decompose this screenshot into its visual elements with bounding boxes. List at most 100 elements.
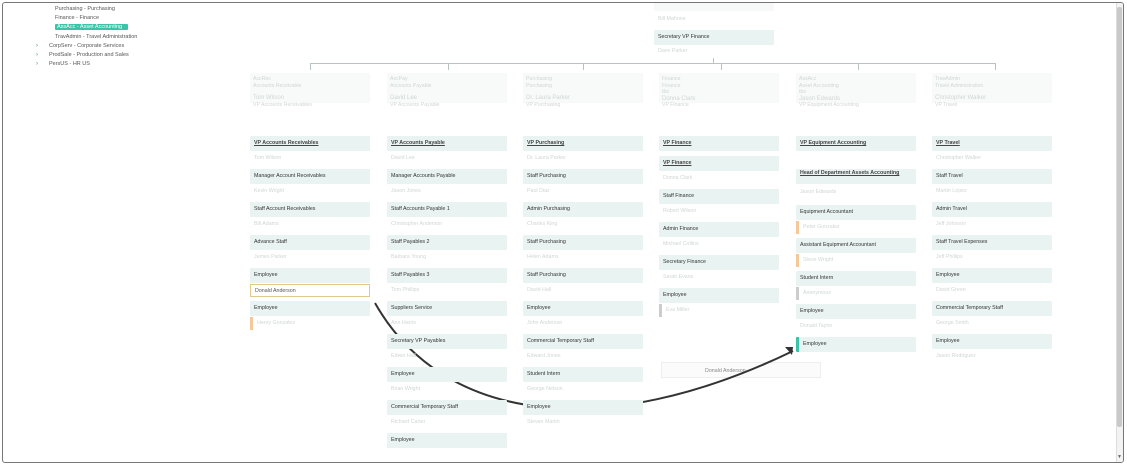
position-card[interactable]: Secretary VP Payables	[387, 334, 507, 349]
person-name[interactable]: Steven Martin	[523, 416, 643, 429]
position-card[interactable]: Employee	[250, 301, 370, 316]
position-card[interactable]: Staff Payables 2	[387, 235, 507, 250]
person-name[interactable]: George Smith	[932, 317, 1052, 330]
position-card[interactable]: Staff Accounts Payable 1	[387, 202, 507, 217]
person-name[interactable]: Donald Anderson	[250, 284, 370, 297]
position-card[interactable]: Staff Travel	[932, 169, 1052, 184]
position-card[interactable]: VP Finance	[659, 156, 779, 171]
position-card[interactable]: Employee	[250, 268, 370, 283]
org-unit-header[interactable]: Purchasing Purchasing Dr. Laura Parker VP P…	[523, 73, 643, 108]
position-card[interactable]: Employee	[796, 304, 916, 319]
position-card[interactable]: Staff Purchasing	[523, 169, 643, 184]
person-name[interactable]: Helen Adams	[523, 251, 643, 264]
person-name[interactable]: John Anderson	[523, 317, 643, 330]
position-card[interactable]: VP Finance	[659, 136, 779, 151]
position-card[interactable]: Suppliers Service	[387, 301, 507, 316]
position-card[interactable]: Employee	[796, 337, 916, 352]
org-unit-header[interactable]: AssAcc Asset Accounting tbs Jason Edwards VP…	[796, 73, 916, 108]
position-card[interactable]: Staff Payables 3	[387, 268, 507, 283]
person-name[interactable]: David Green	[932, 284, 1052, 297]
position-card[interactable]: Admin Purchasing	[523, 202, 643, 217]
person-name[interactable]: Eva Miller	[659, 304, 779, 317]
position-card[interactable]: Student Intern	[796, 271, 916, 286]
person-name[interactable]: Sarah Evans	[659, 271, 779, 284]
person-name[interactable]: Tom Phillips	[387, 284, 507, 297]
position-card[interactable]: Employee	[523, 400, 643, 415]
person-name[interactable]: Richard Carter	[387, 416, 507, 429]
person-name[interactable]: Jeff Phillips	[932, 251, 1052, 264]
position-card[interactable]: VP Travel	[932, 136, 1052, 151]
position-card[interactable]: Employee	[932, 334, 1052, 349]
position-card[interactable]: Manager Account Receivables	[250, 169, 370, 184]
scroll-down-icon[interactable]: ▼	[1116, 454, 1123, 460]
person-name[interactable]: Barbara Young	[387, 251, 507, 264]
person-name[interactable]: Jeff Johnson	[932, 218, 1052, 231]
scrollbar-thumb[interactable]	[1117, 7, 1122, 427]
person-name[interactable]	[796, 152, 916, 165]
position-card[interactable]: VP Purchasing	[523, 136, 643, 151]
position-card[interactable]: Commercial Temporary Staff	[387, 400, 507, 415]
person-name[interactable]: James Parker	[250, 251, 370, 264]
org-unit-header[interactable]: AccRec Accounts Receivable Tom Wilson VP Ac…	[250, 73, 370, 108]
person-name[interactable]: Jason Jones	[387, 185, 507, 198]
position-card[interactable]: VP Accounts Receivables	[250, 136, 370, 151]
position-card[interactable]: Assistant Equipment Accountant	[796, 238, 916, 253]
person-name[interactable]: Christopher Anderson	[387, 218, 507, 231]
person-name[interactable]: Steve Wright	[796, 254, 916, 267]
person-name[interactable]	[796, 353, 916, 366]
person-name[interactable]: Bill Adams	[250, 218, 370, 231]
position-card[interactable]: Student Intern	[523, 367, 643, 382]
person-name[interactable]: Anonymous	[796, 287, 916, 300]
org-unit-header[interactable]: Finance Finance tbs Donna Clark VP Finance	[659, 73, 779, 108]
person-name[interactable]: Kevin Wright	[250, 185, 370, 198]
position-card[interactable]: Employee	[932, 268, 1052, 283]
position-card[interactable]: Secretary Finance	[659, 255, 779, 270]
person-name[interactable]: Robert Wilson	[659, 205, 779, 218]
org-unit-header[interactable]: TravAdmin Travel Administration Christophe…	[932, 73, 1052, 108]
person-name[interactable]: Edward Jones	[523, 350, 643, 363]
person-name[interactable]: Jason Rodriguez	[932, 350, 1052, 363]
person-name[interactable]: Brian Wright	[387, 383, 507, 396]
position-card[interactable]: Staff Purchasing	[523, 268, 643, 283]
person-name[interactable]: Michael Collins	[659, 238, 779, 251]
vertical-scrollbar[interactable]: ▼	[1116, 3, 1123, 462]
org-unit-summary: Finance Finance tbs Donna Clark VP Finance	[659, 73, 779, 108]
position-card[interactable]: Head of Department Assets Accounting	[796, 169, 916, 184]
person-name[interactable]: Christopher Walker	[932, 152, 1052, 165]
position-card[interactable]: Commercial Temporary Staff	[523, 334, 643, 349]
position-card[interactable]: Staff Finance	[659, 189, 779, 204]
org-unit-header[interactable]: AccPay Accounts Payable David Lee VP Accoun…	[387, 73, 507, 108]
person-name[interactable]: David Lee	[387, 152, 507, 165]
person-name[interactable]: Henry Gonzalez	[250, 317, 370, 330]
position-card[interactable]: Commercial Temporary Staff	[932, 301, 1052, 316]
position-card[interactable]: Manager Accounts Payable	[387, 169, 507, 184]
person-name[interactable]	[387, 449, 507, 462]
person-name[interactable]: Martin Lopez	[932, 185, 1052, 198]
person-name[interactable]: Jason Edwards	[796, 186, 916, 199]
position-card[interactable]: Employee	[387, 433, 507, 448]
person-name[interactable]: Edwin Hall	[387, 350, 507, 363]
person-name[interactable]: Peter Gonzalez	[796, 221, 916, 234]
person-name[interactable]: George Nelson	[523, 383, 643, 396]
position-card[interactable]: Staff Account Receivables	[250, 202, 370, 217]
position-card[interactable]: Admin Travel	[932, 202, 1052, 217]
position-card[interactable]: VP Equipment Accounting	[796, 136, 916, 151]
position-card[interactable]: VP Accounts Payable	[387, 136, 507, 151]
position-card[interactable]: Staff Purchasing	[523, 235, 643, 250]
person-name[interactable]: Donald Taylor	[796, 320, 916, 333]
person-name[interactable]: Paul Diaz	[523, 185, 643, 198]
person-name[interactable]: David Hall	[523, 284, 643, 297]
position-card[interactable]: Employee	[659, 288, 779, 303]
person-name[interactable]: Tom Wilson	[250, 152, 370, 165]
person-name[interactable]: Dr. Laura Parker	[523, 152, 643, 165]
position-card[interactable]: Advance Staff	[250, 235, 370, 250]
person-name[interactable]: Ann Harris	[387, 317, 507, 330]
position-card[interactable]: Employee	[387, 367, 507, 382]
position-card[interactable]: Admin Finance	[659, 222, 779, 237]
person-name[interactable]: Charles King	[523, 218, 643, 231]
person-name[interactable]: Donna Clark	[659, 172, 779, 185]
position-card[interactable]: Employee	[523, 301, 643, 316]
position-card[interactable]: Staff Travel Expenses	[932, 235, 1052, 250]
manager-title: VP Equipment Accounting	[799, 102, 859, 108]
position-card[interactable]: Equipment Accountant	[796, 205, 916, 220]
